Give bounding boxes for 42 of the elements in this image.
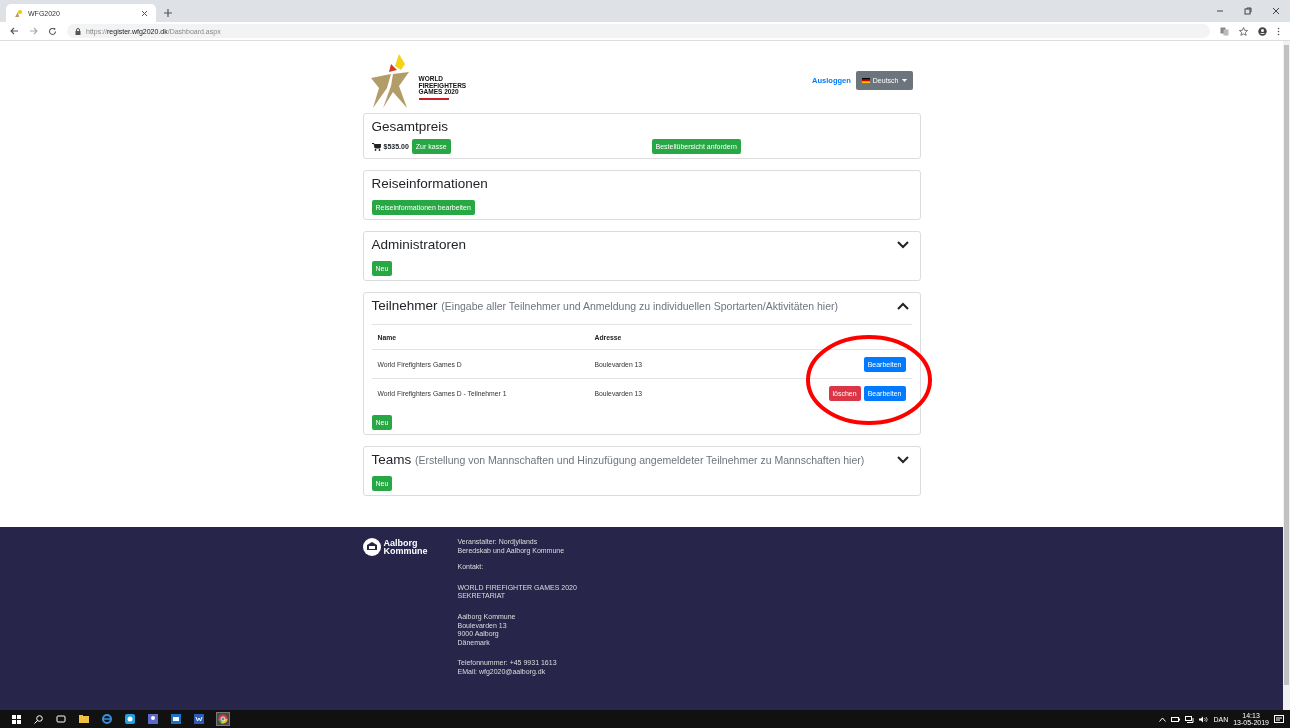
- logo-tagline-bar: [418, 97, 449, 100]
- folder-icon[interactable]: [79, 715, 89, 723]
- battery-icon[interactable]: [1171, 716, 1181, 722]
- card-heading: Teilnehmer (Eingabe aller Teilnehmer und Anmeldung zu individuellen Sportarten/Aktivitäten hier): [371, 297, 838, 315]
- browser-e-icon[interactable]: [102, 714, 112, 724]
- lock-icon: [75, 27, 81, 35]
- chevron-down-icon[interactable]: [896, 241, 909, 249]
- favicon-icon: [14, 8, 23, 18]
- card-heading: Gesamtpreis: [371, 118, 449, 136]
- network-icon[interactable]: [1185, 715, 1195, 723]
- back-icon[interactable]: [10, 27, 19, 35]
- close-icon[interactable]: [141, 9, 148, 17]
- chrome-icon[interactable]: [217, 713, 229, 725]
- scrollbar[interactable]: [1283, 41, 1290, 710]
- flag-icon: [861, 78, 870, 83]
- close-icon[interactable]: [1272, 7, 1280, 15]
- search-icon[interactable]: [34, 714, 43, 724]
- cart-icon: [371, 142, 381, 151]
- restore-icon[interactable]: [1244, 7, 1252, 15]
- document-app-icon[interactable]: [194, 714, 204, 724]
- account-icon[interactable]: [1258, 26, 1267, 36]
- mail-app-icon[interactable]: [171, 714, 181, 724]
- card-heading: Teams (Erstellung von Mannschaften und Hinzufügung angemeldeter Teilnehmer zu Mannschaften hier): [371, 451, 865, 469]
- logo-text: Kommune: [383, 547, 428, 555]
- notifications-icon[interactable]: [1274, 714, 1284, 724]
- windows-start-icon[interactable]: [12, 714, 21, 724]
- translate-icon[interactable]: [1220, 26, 1229, 36]
- caret-icon: [901, 79, 907, 82]
- card-heading: Administratoren: [371, 236, 467, 254]
- speaker-icon[interactable]: [1199, 715, 1209, 723]
- logo-text: Aalborg: [383, 539, 419, 547]
- scrollbar-thumb[interactable]: [1284, 45, 1289, 685]
- crest-emblem-icon: [362, 538, 381, 556]
- new-tab-icon[interactable]: [164, 9, 172, 17]
- reload-icon[interactable]: [48, 26, 57, 36]
- chevron-down-icon[interactable]: [896, 456, 909, 464]
- task-view-icon[interactable]: [56, 715, 66, 723]
- chevron-up-icon[interactable]: [896, 302, 909, 310]
- chat-icon[interactable]: [125, 714, 135, 724]
- people-app-icon[interactable]: [148, 714, 158, 724]
- card-heading: Reiseinformationen: [371, 175, 488, 193]
- star-icon[interactable]: [1239, 26, 1248, 36]
